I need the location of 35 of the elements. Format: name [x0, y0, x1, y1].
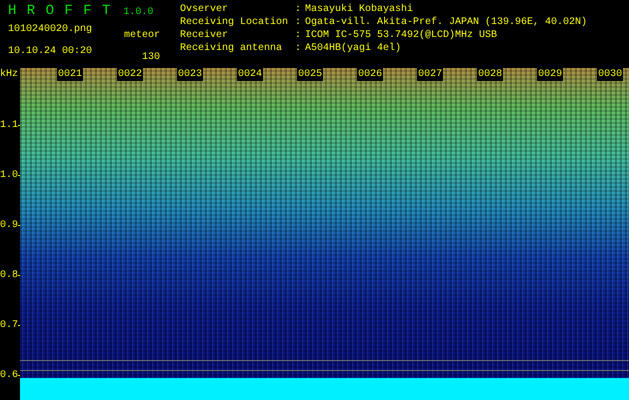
date-time: 10.10.24 00:20: [8, 45, 92, 58]
info-value: A504HB(yagi 4el): [305, 42, 402, 55]
info-colon: :: [295, 29, 302, 42]
info-colon: :: [295, 3, 302, 16]
info-value: Ogata-vill. Akita-Pref. JAPAN (139.96E, 40.02N): [305, 16, 588, 29]
time-label: 0022: [117, 68, 144, 81]
time-label: 0030: [597, 68, 624, 81]
frequency-label: 0.7: [0, 318, 18, 332]
meteor-label: meteor: [124, 29, 160, 42]
time-label: 0023: [177, 68, 204, 81]
app-version: 1.0.0: [123, 7, 154, 18]
time-label: 0028: [477, 68, 504, 81]
frequency-label: 0.9: [0, 218, 18, 232]
time-label: 0021: [57, 68, 84, 81]
frequency-label: 1.0: [0, 168, 18, 182]
info-label: Receiving antenna: [180, 42, 284, 55]
time-label: 0029: [537, 68, 564, 81]
time-label: 0027: [417, 68, 444, 81]
info-label: Receiving Location: [180, 16, 290, 29]
unit-label: kHz: [0, 68, 20, 82]
info-value: Masayuki Kobayashi: [305, 3, 414, 16]
info-label: Ovserver: [180, 3, 230, 16]
time-label: 0026: [357, 68, 384, 81]
time-label: 0024: [237, 68, 264, 81]
time-label: 0025: [297, 68, 324, 81]
frequency-label: 1.1: [0, 118, 18, 132]
info-label: Receiver: [180, 29, 230, 42]
meteor-count: 130: [142, 51, 160, 64]
frequency-label: 0.6: [0, 368, 18, 382]
app-name: H R O F F T: [8, 3, 112, 19]
info-value: ICOM IC-575 53.7492(@LCD)MHz USB: [305, 29, 498, 42]
frequency-label: 0.8: [0, 268, 18, 282]
info-colon: :: [295, 16, 302, 29]
info-colon: :: [295, 42, 302, 55]
file-name: 1010240020.png: [8, 23, 92, 36]
